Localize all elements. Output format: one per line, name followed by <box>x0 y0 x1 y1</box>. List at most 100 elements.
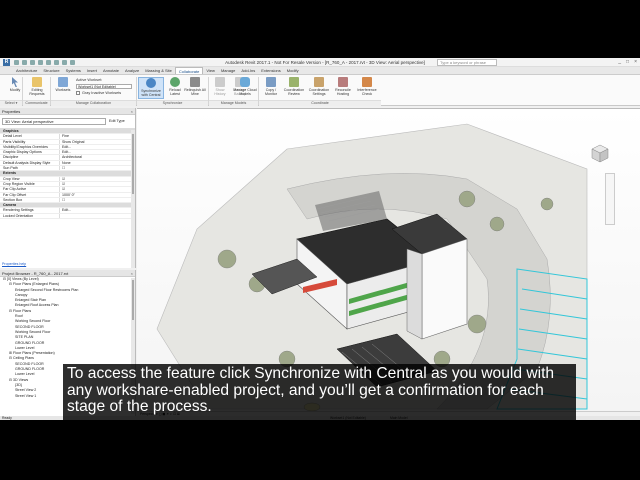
window-controls: _ □ × <box>618 59 637 66</box>
property-name: Camera <box>3 203 17 208</box>
editing-requests-icon <box>32 77 42 87</box>
view-type-select[interactable]: 3D View: Aerial perspective <box>2 118 106 125</box>
property-name: Locked Orientation <box>0 213 60 218</box>
group-synchronize: Synchronize <box>137 100 208 106</box>
window-title: Autodesk Revit 2017.1 - Not For Resale V… <box>225 60 425 65</box>
active-workset-select[interactable]: Workset1 (Not Editable) <box>76 84 132 89</box>
property-value[interactable]: ☑ <box>60 187 135 191</box>
scroll-thumb[interactable] <box>132 134 134 194</box>
tab-insert[interactable]: Insert <box>84 67 100 74</box>
save-icon[interactable] <box>22 60 27 65</box>
tab-view[interactable]: View <box>203 67 218 74</box>
minimize-button[interactable]: _ <box>618 59 621 66</box>
group-manage-models: Manage Models <box>209 100 258 106</box>
undo-icon[interactable] <box>38 60 43 65</box>
coordination-settings-button[interactable]: Coordination Settings <box>307 77 331 99</box>
show-history-button[interactable]: Show History <box>210 77 230 99</box>
properties-help-link[interactable]: Properties help <box>2 262 26 266</box>
gray-inactive-checkbox[interactable] <box>76 91 80 95</box>
coordination-review-icon <box>289 77 299 87</box>
measure-icon[interactable] <box>62 60 67 65</box>
tab-modify[interactable]: Modify <box>284 67 302 74</box>
tab-architecture[interactable]: Architecture <box>13 67 40 74</box>
worksets-icon <box>58 77 68 87</box>
close-icon[interactable]: × <box>131 270 133 277</box>
ribbon-panel: Modify Editing Requests Worksets Active … <box>0 75 640 106</box>
property-value[interactable]: None <box>60 161 135 165</box>
reconcile-hosting-button[interactable]: Reconcile Hosting <box>332 77 354 99</box>
property-value[interactable]: Show Original <box>60 140 135 144</box>
gray-inactive-label: Gray Inactive Worksets <box>82 91 122 95</box>
worksets-button[interactable]: Worksets <box>52 77 74 99</box>
relinquish-all-mine-button[interactable]: Relinquish All Mine <box>184 77 206 99</box>
cloud-icon <box>240 77 250 87</box>
print-icon[interactable] <box>54 60 59 65</box>
property-name: Crop View <box>0 176 60 181</box>
tab-analyze[interactable]: Analyze <box>122 67 142 74</box>
status-text: Ready <box>2 416 12 420</box>
maximize-button[interactable]: □ <box>626 59 629 66</box>
tab-collaborate[interactable]: Collaborate <box>174 67 204 74</box>
property-value[interactable]: ☑ <box>60 182 135 186</box>
property-value[interactable]: ☐ <box>60 166 135 170</box>
property-row: Locked Orientation <box>0 213 135 220</box>
tab-annotate[interactable]: Annotate <box>100 67 122 74</box>
quick-access-toolbar <box>14 59 75 66</box>
group-select[interactable]: Select ▾ <box>0 100 22 106</box>
viewcube[interactable] <box>589 143 611 165</box>
property-name: Graphic Display Options <box>0 150 60 155</box>
interference-check-button[interactable]: Interference Check <box>355 77 379 99</box>
project-browser-title: Project Browser - R_760_A - 2017.rvt <box>2 271 69 276</box>
group-manage-collaboration: Manage Collaboration <box>51 100 136 106</box>
properties-title: Properties <box>2 109 21 114</box>
sync-icon[interactable] <box>30 60 35 65</box>
group-communicate: Communicate <box>23 100 50 106</box>
tab-extensions[interactable]: Extensions <box>258 67 284 74</box>
group-coordinate: Coordinate <box>259 100 381 106</box>
synchronize-with-central-button[interactable]: Synchronize with Central <box>138 77 164 99</box>
property-value[interactable]: Edit... <box>60 208 135 212</box>
type-selector: 3D View: Aerial perspective Edit Type <box>0 115 135 129</box>
close-icon[interactable]: × <box>131 108 133 115</box>
manage-cloud-models-button[interactable]: Manage Cloud Models <box>233 77 257 99</box>
property-value[interactable]: Edit... <box>60 150 135 154</box>
property-value[interactable]: ☐ <box>60 198 135 202</box>
property-name: Rendering Settings <box>0 208 60 213</box>
copy-monitor-button[interactable]: Copy / Monitor <box>260 77 282 99</box>
synchronize-icon <box>146 78 156 88</box>
coordination-review-button[interactable]: Coordination Review <box>282 77 306 99</box>
history-icon <box>215 77 225 87</box>
properties-header: Properties × <box>0 108 135 115</box>
search-input[interactable]: Type a keyword or phrase <box>437 59 497 66</box>
navigation-bar[interactable] <box>605 173 615 225</box>
redo-icon[interactable] <box>46 60 51 65</box>
editing-requests-button[interactable]: Editing Requests <box>25 77 49 99</box>
3d-view-icon[interactable] <box>70 60 75 65</box>
video-caption: To access the feature click Synchronize … <box>63 364 576 420</box>
property-value[interactable]: Architectural <box>60 155 135 159</box>
scroll-thumb[interactable] <box>132 280 134 320</box>
property-value[interactable]: Fine <box>60 134 135 138</box>
tab-manage[interactable]: Manage <box>218 67 238 74</box>
tab-add-ins[interactable]: Add-Ins <box>238 67 258 74</box>
property-value[interactable]: 1000' 0" <box>60 193 135 197</box>
property-name: Far Clip Active <box>0 187 60 192</box>
copy-monitor-icon <box>266 77 276 87</box>
reload-latest-button[interactable]: Reload Latest <box>165 77 185 99</box>
property-name: Sun Path <box>0 166 60 171</box>
tab-systems[interactable]: Systems <box>63 67 84 74</box>
title-bar: R Autodesk Revit 2017.1 - Not For Resale… <box>0 58 640 67</box>
tab-massing-site[interactable]: Massing & Site <box>142 67 175 74</box>
app-menu-button[interactable]: R <box>3 59 10 66</box>
property-name: Visibility/Graphics Overrides <box>0 144 60 150</box>
property-value[interactable]: ☑ <box>60 177 135 181</box>
project-browser-header: Project Browser - R_760_A - 2017.rvt × <box>0 270 135 277</box>
tab-structure[interactable]: Structure <box>40 67 62 74</box>
edit-type-button[interactable]: Edit Type <box>109 118 125 125</box>
properties-scrollbar[interactable] <box>131 130 135 268</box>
property-value[interactable] <box>60 214 135 218</box>
open-icon[interactable] <box>14 60 19 65</box>
property-name: Extents <box>3 171 16 176</box>
close-button[interactable]: × <box>634 59 637 66</box>
property-value[interactable]: Edit... <box>60 145 135 149</box>
